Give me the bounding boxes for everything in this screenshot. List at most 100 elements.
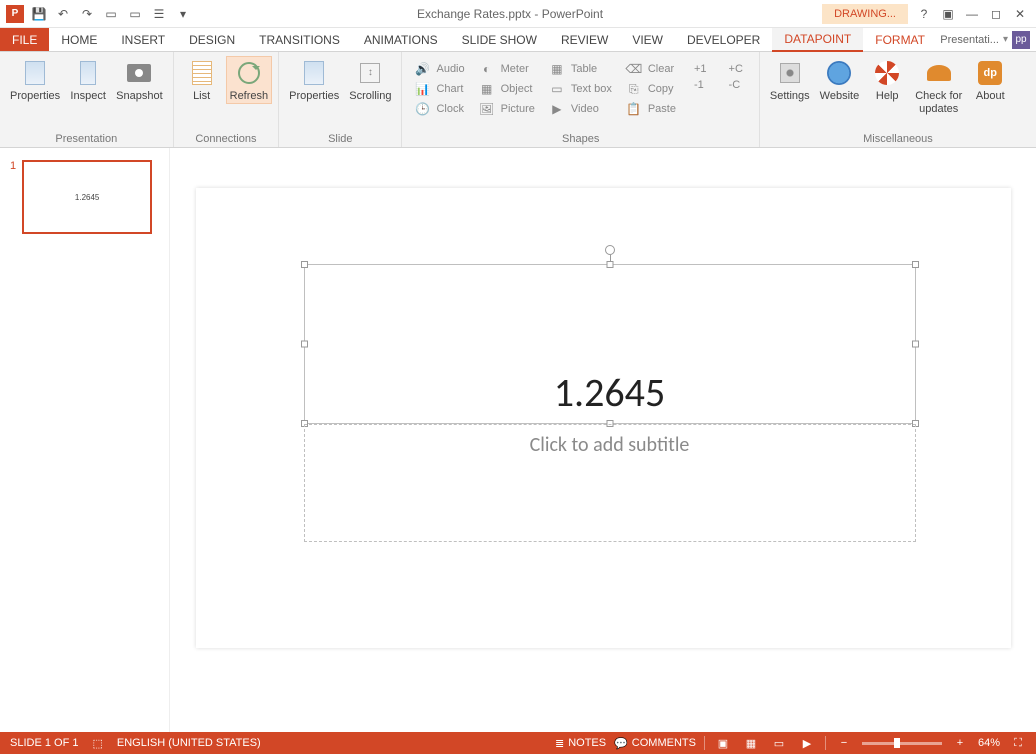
clock-icon: 🕒 — [414, 101, 430, 117]
help-button[interactable]: ? — [912, 2, 936, 26]
slide-properties-button[interactable]: Properties — [285, 56, 343, 103]
minus-one-button[interactable]: -1 — [688, 78, 713, 92]
zoom-out-button[interactable]: − — [834, 735, 854, 751]
about-button[interactable]: dpAbout — [968, 56, 1012, 103]
object-icon: ▦ — [479, 81, 495, 97]
title-placeholder[interactable]: 1.2645 — [304, 264, 916, 424]
qat-start-from-beginning[interactable]: ▭ — [102, 5, 120, 23]
group-label: Miscellaneous — [766, 131, 1030, 145]
check-updates-button[interactable]: Check for updates — [911, 56, 966, 115]
comments-button[interactable]: 💬 COMMENTS — [614, 737, 696, 750]
thumbnail-pane[interactable]: 1 1.2645 — [0, 148, 170, 732]
tab-transitions[interactable]: TRANSITIONS — [247, 28, 352, 51]
fit-to-window-button[interactable]: ⛶ — [1008, 735, 1028, 751]
sheet-icon — [304, 61, 324, 85]
group-label: Slide — [285, 131, 395, 145]
scrolling-button[interactable]: ↕Scrolling — [345, 56, 395, 103]
rotation-handle-icon[interactable] — [605, 245, 615, 255]
picture-button[interactable]: 🖼Picture — [475, 100, 539, 118]
tab-developer[interactable]: DEVELOPER — [675, 28, 772, 51]
spellcheck-button[interactable]: ⬚ — [92, 737, 102, 750]
clear-button[interactable]: ⌫Clear — [622, 60, 680, 78]
tab-animations[interactable]: ANIMATIONS — [352, 28, 450, 51]
website-button[interactable]: Website — [816, 56, 864, 103]
inspect-button[interactable]: Inspect — [66, 56, 110, 103]
paste-button[interactable]: 📋Paste — [622, 100, 680, 118]
zoom-slider[interactable] — [862, 742, 942, 745]
group-label: Connections — [180, 131, 273, 145]
properties-button[interactable]: Properties — [6, 56, 64, 103]
group-connections: List Refresh Connections — [174, 52, 280, 147]
notes-button[interactable]: ≣ NOTES — [555, 737, 606, 750]
tab-datapoint[interactable]: DATAPOINT — [772, 28, 863, 52]
redo-button[interactable]: ↷ — [78, 5, 96, 23]
paste-icon: 📋 — [626, 101, 642, 117]
resize-handle[interactable] — [606, 261, 613, 268]
zoom-level[interactable]: 64% — [978, 737, 1000, 749]
plus-one-button[interactable]: +1 — [688, 62, 713, 76]
sorter-view-button[interactable]: ▦ — [741, 735, 761, 751]
maximize-button[interactable]: ◻ — [984, 2, 1008, 26]
slide-thumbnail[interactable]: 1.2645 — [22, 160, 152, 234]
plus-c-button[interactable]: +C — [723, 62, 749, 76]
tab-review[interactable]: REVIEW — [549, 28, 620, 51]
tab-view[interactable]: VIEW — [620, 28, 675, 51]
subtitle-placeholder[interactable]: Click to add subtitle — [304, 424, 916, 542]
help-button-ribbon[interactable]: Help — [865, 56, 909, 103]
slide-counter[interactable]: SLIDE 1 OF 1 — [10, 737, 78, 749]
title-text[interactable]: 1.2645 — [305, 368, 915, 417]
minus-c-button[interactable]: -C — [723, 78, 749, 92]
tab-home[interactable]: HOME — [49, 28, 109, 51]
subtitle-placeholder-text[interactable]: Click to add subtitle — [305, 425, 915, 457]
save-button[interactable]: 💾 — [30, 5, 48, 23]
copy-button[interactable]: ⎘Copy — [622, 80, 680, 98]
ribbon-tabs: FILE HOME INSERT DESIGN TRANSITIONS ANIM… — [0, 28, 1036, 52]
scroll-icon: ↕ — [360, 63, 380, 83]
audio-button[interactable]: 🔊Audio — [410, 60, 468, 78]
workspace: 1 1.2645 1.2645 Click to add subtitle — [0, 148, 1036, 732]
account-badge[interactable]: pp — [1012, 31, 1030, 49]
tab-format[interactable]: FORMAT — [863, 28, 937, 51]
account-label[interactable]: Presentati... — [940, 34, 999, 46]
video-button[interactable]: ▶Video — [545, 100, 616, 118]
separator — [825, 736, 826, 750]
refresh-button[interactable]: Refresh — [226, 56, 273, 104]
snapshot-button[interactable]: Snapshot — [112, 56, 166, 103]
reading-view-button[interactable]: ▭ — [769, 735, 789, 751]
close-button[interactable]: ✕ — [1008, 2, 1032, 26]
undo-button[interactable]: ↶ — [54, 5, 72, 23]
table-icon: ▦ — [549, 61, 565, 77]
tab-design[interactable]: DESIGN — [177, 28, 247, 51]
group-label: Shapes — [408, 131, 752, 145]
ribbon-display-button[interactable]: ▣ — [936, 2, 960, 26]
object-button[interactable]: ▦Object — [475, 80, 539, 98]
language-label[interactable]: ENGLISH (UNITED STATES) — [117, 737, 261, 749]
clock-button[interactable]: 🕒Clock — [410, 100, 468, 118]
contextual-tab-label: DRAWING... — [822, 4, 908, 24]
chart-button[interactable]: 📊Chart — [410, 80, 468, 98]
status-bar: SLIDE 1 OF 1 ⬚ ENGLISH (UNITED STATES) ≣… — [0, 732, 1036, 754]
tab-slideshow[interactable]: SLIDE SHOW — [450, 28, 549, 51]
tab-file[interactable]: FILE — [0, 28, 49, 51]
resize-handle[interactable] — [912, 261, 919, 268]
normal-view-button[interactable]: ▣ — [713, 735, 733, 751]
list-button[interactable]: List — [180, 56, 224, 103]
resize-handle[interactable] — [912, 341, 919, 348]
qat-customize[interactable]: ▾ — [174, 5, 192, 23]
settings-button[interactable]: Settings — [766, 56, 814, 103]
account-dropdown-icon[interactable]: ▾ — [1003, 34, 1008, 45]
minimize-button[interactable]: — — [960, 2, 984, 26]
qat-play-button[interactable]: ▭ — [126, 5, 144, 23]
tab-insert[interactable]: INSERT — [109, 28, 177, 51]
textbox-button[interactable]: ▭Text box — [545, 80, 616, 98]
meter-button[interactable]: ◐Meter — [475, 60, 539, 78]
table-button[interactable]: ▦Table — [545, 60, 616, 78]
group-shapes: 🔊Audio 📊Chart 🕒Clock ◐Meter ▦Object 🖼Pic… — [402, 52, 759, 147]
qat-touch-mode[interactable]: ☰ — [150, 5, 168, 23]
resize-handle[interactable] — [301, 341, 308, 348]
slideshow-view-button[interactable]: ▶ — [797, 735, 817, 751]
slide-editor[interactable]: 1.2645 Click to add subtitle — [170, 148, 1036, 732]
zoom-in-button[interactable]: + — [950, 735, 970, 751]
slide-canvas[interactable]: 1.2645 Click to add subtitle — [196, 188, 1011, 648]
resize-handle[interactable] — [301, 261, 308, 268]
